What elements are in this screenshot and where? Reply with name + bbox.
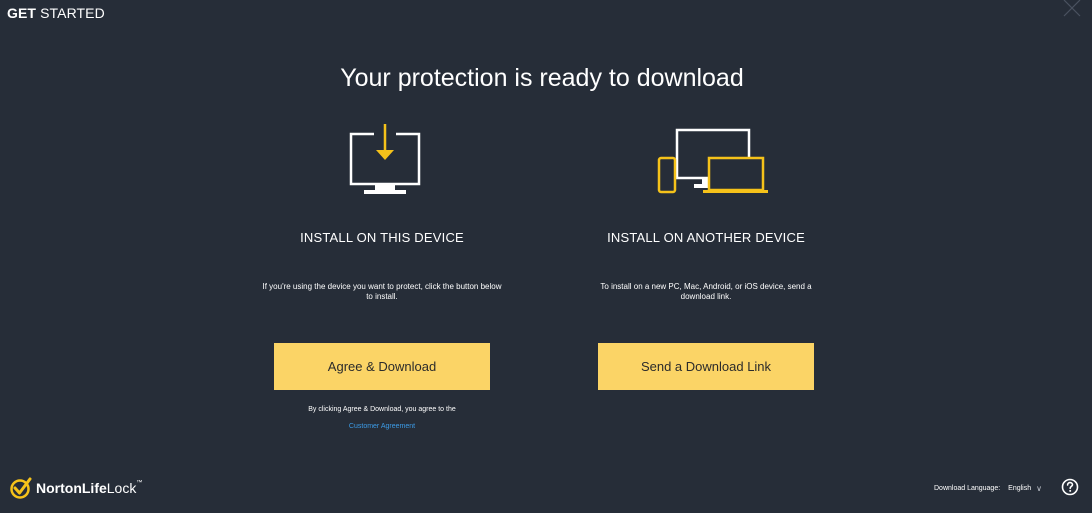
get-started-window: GET STARTED Your protection is ready to … <box>0 0 1092 513</box>
install-another-device-section: INSTALL ON ANOTHER DEVICE To install on … <box>556 118 856 302</box>
window-title: GET STARTED <box>7 5 105 21</box>
help-button[interactable] <box>1061 478 1079 496</box>
install-this-device-section: INSTALL ON THIS DEVICE If you're using t… <box>232 118 532 302</box>
close-icon <box>1063 0 1081 17</box>
install-another-device-description: To install on a new PC, Mac, Android, or… <box>600 282 812 301</box>
window-title-bold: GET <box>7 5 37 21</box>
agree-download-button[interactable]: Agree & Download <box>274 343 490 390</box>
checkmark-logo-icon <box>10 477 32 499</box>
logo-text-rest: Lock <box>106 480 137 496</box>
logo-trademark: ™ <box>136 480 143 486</box>
help-icon <box>1061 478 1079 496</box>
language-value: English <box>1008 485 1032 492</box>
download-language: Download Language: English ∨ <box>934 484 1042 493</box>
page-heading: Your protection is ready to download <box>340 64 744 92</box>
language-dropdown[interactable]: English ∨ <box>1008 484 1042 493</box>
agreement-note: By clicking Agree & Download, you agree … <box>308 406 456 413</box>
install-this-device-title: INSTALL ON THIS DEVICE <box>300 230 464 245</box>
send-download-link-button[interactable]: Send a Download Link <box>598 343 814 390</box>
logo-text: NortonLifeLock™ <box>36 480 142 496</box>
install-this-device-description: If you're using the device you want to p… <box>262 282 502 301</box>
multiple-devices-icon <box>657 128 768 194</box>
install-another-device-title: INSTALL ON ANOTHER DEVICE <box>607 230 805 245</box>
nortonlifelock-logo: NortonLifeLock™ <box>10 477 142 499</box>
customer-agreement-link[interactable]: Customer Agreement <box>232 423 532 430</box>
close-button[interactable] <box>1060 0 1082 22</box>
logo-text-bold: NortonLife <box>36 480 107 496</box>
download-language-label: Download Language: <box>934 485 1001 492</box>
window-title-rest: STARTED <box>36 5 105 21</box>
chevron-down-icon: ∨ <box>1036 484 1042 493</box>
monitor-download-icon <box>349 124 421 194</box>
